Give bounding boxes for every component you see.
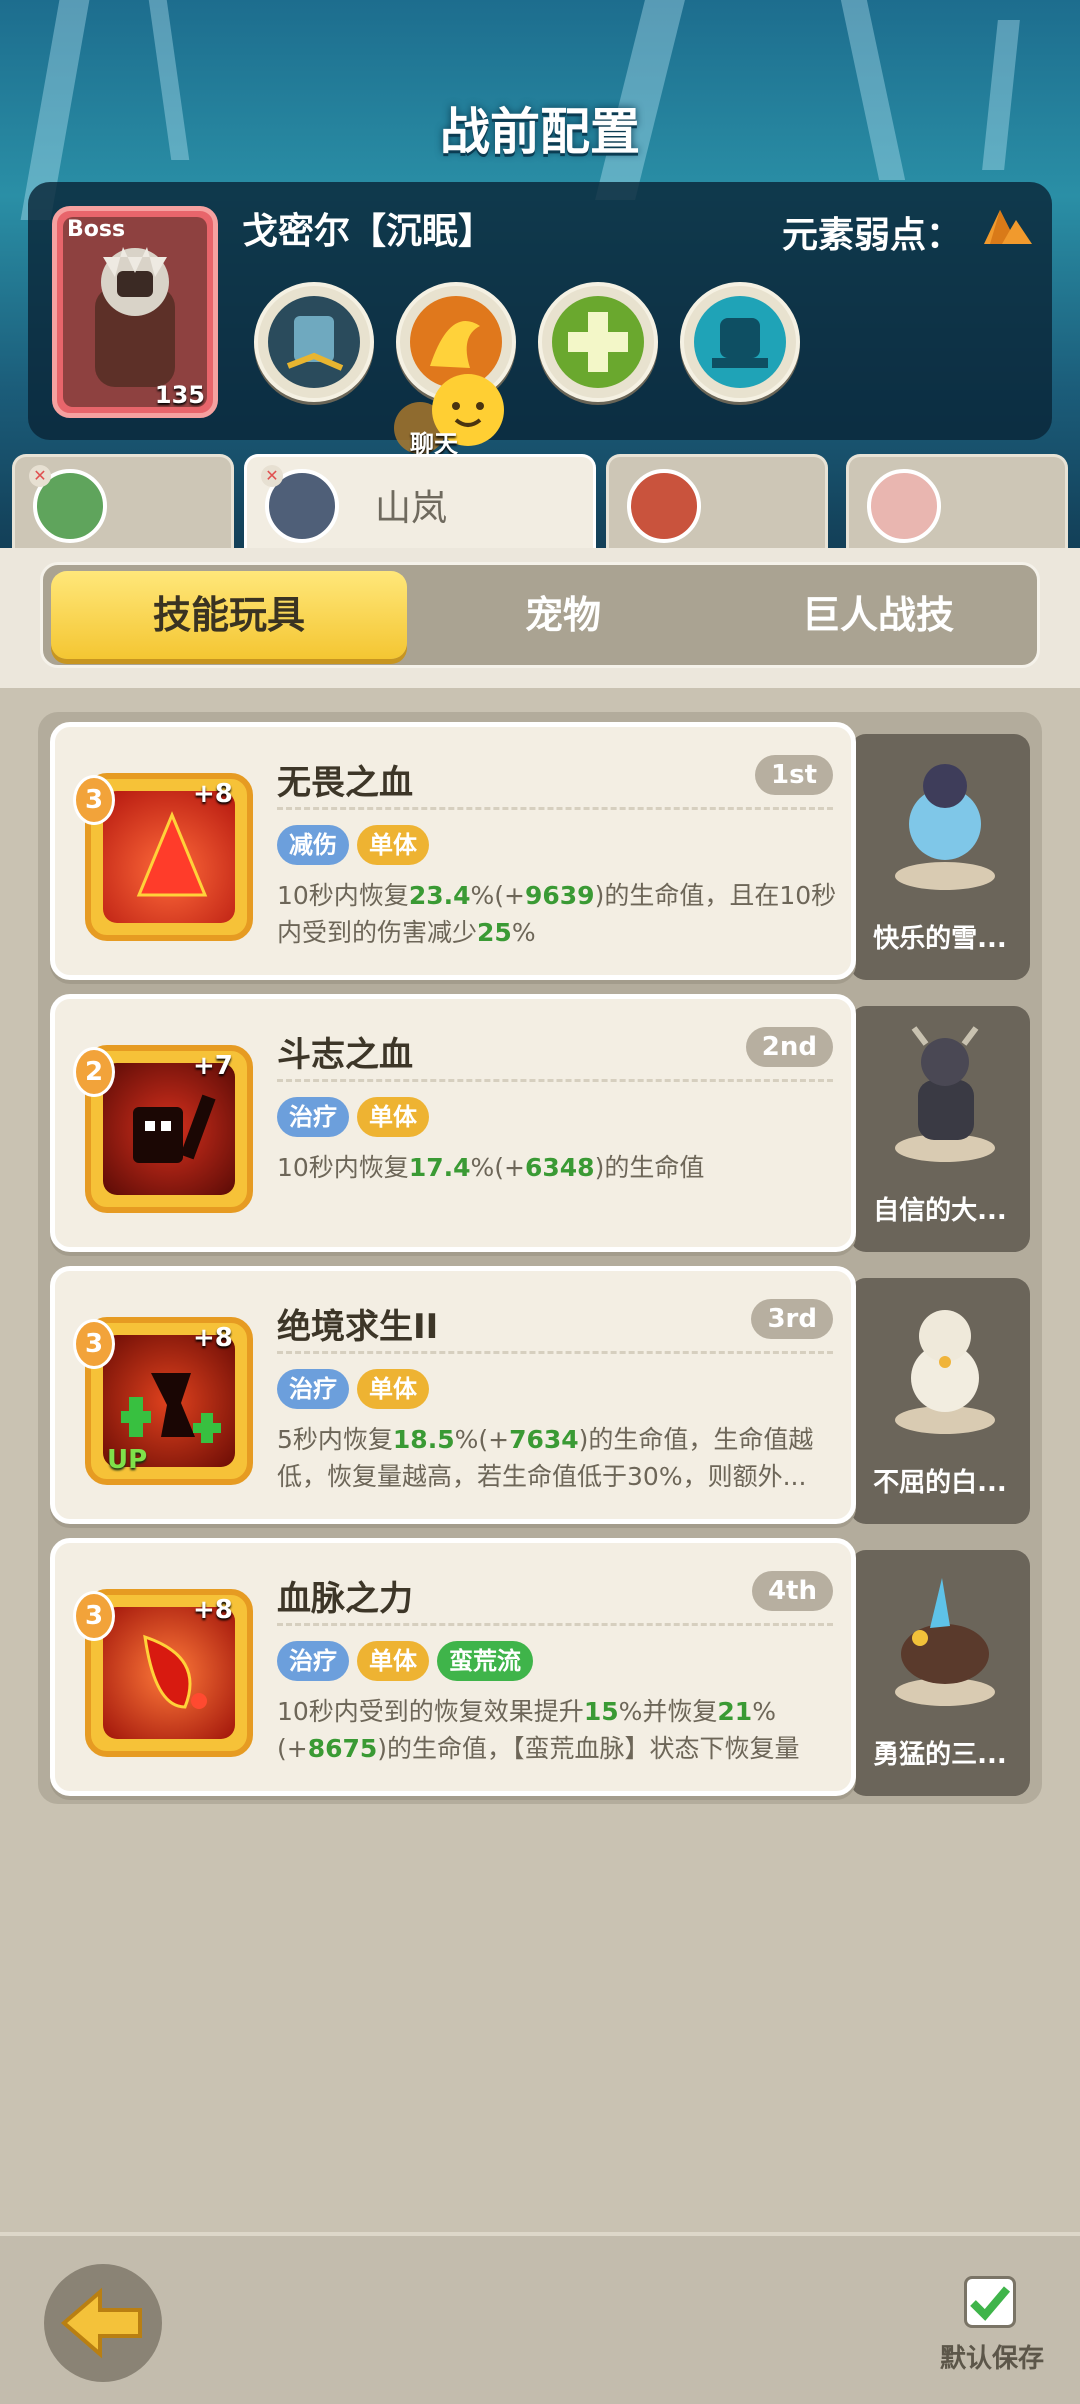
pet-name: 勇猛的三... — [873, 1740, 1007, 1770]
tab-skill-toys[interactable]: 技能玩具 — [51, 571, 407, 659]
bottom-bar — [0, 2232, 1080, 2404]
level-badge: 3 — [73, 1319, 115, 1369]
boss-skill-icon — [286, 316, 344, 371]
skill-name: 血脉之力 — [277, 1579, 413, 1619]
upgrade-count: +8 — [193, 1595, 233, 1625]
skill-row: 不屈的白... 3 +8 UP 绝境求生II 3rd 治疗 单体 5秒内恢复18… — [50, 1266, 1030, 1524]
heal-cross-icon — [568, 312, 628, 372]
skill-tags: 治疗 单体 蛮荒流 — [277, 1641, 533, 1681]
rank-badge: 3rd — [751, 1299, 833, 1339]
boss-portrait[interactable]: Boss 135 — [52, 206, 218, 418]
level-badge: 3 — [73, 775, 115, 825]
skill-name: 无畏之血 — [277, 763, 413, 803]
back-arrow-icon — [60, 2287, 142, 2359]
skill-row: 快乐的雪... 3 +8 无畏之血 1st 减伤 单体 10秒内恢复23.4%(… — [50, 722, 1030, 980]
pet-name: 自信的大... — [873, 1196, 1007, 1226]
remove-icon[interactable]: ✕ — [29, 465, 51, 487]
skill-description: 5秒内恢复18.5%(+7634)的生命值，生命值越低，恢复量越高，若生命值低于… — [277, 1425, 814, 1491]
page-title: 战前配置 — [440, 103, 640, 161]
skill-card[interactable]: 3 +8 无畏之血 1st 减伤 单体 10秒内恢复23.4%(+9639)的生… — [50, 722, 856, 980]
boss-panel: Boss 135 戈密尔【沉眠】 元素弱点： — [28, 182, 1052, 440]
tag: 减伤 — [277, 825, 349, 865]
upgrade-count: +8 — [193, 779, 233, 809]
skill-card[interactable]: 2 +7 斗志之血 2nd 治疗 单体 10秒内恢复17.4%(+6348)的生… — [50, 994, 856, 1252]
boss-tag: Boss — [67, 217, 126, 242]
survival-icon — [121, 1373, 221, 1443]
default-save-toggle[interactable]: 默认保存 — [934, 2272, 1050, 2382]
blood-power-icon — [143, 1634, 207, 1709]
skill-name: 绝境求生II — [277, 1307, 439, 1347]
character-tab-1[interactable]: ✕ — [12, 454, 234, 554]
upgrade-count: +8 — [193, 1323, 233, 1353]
category-tabs: 技能玩具 宠物 巨人战技 — [40, 562, 1040, 668]
tab-pets[interactable]: 宠物 — [413, 565, 713, 665]
character-tab-2[interactable]: ✕ 山岚 — [244, 454, 596, 554]
character-tab-4[interactable] — [846, 454, 1068, 554]
boss-skill-1[interactable] — [254, 282, 374, 402]
boss-figure-icon — [95, 247, 175, 387]
pet-slot[interactable]: 不屈的白... — [850, 1278, 1030, 1524]
tag: 蛮荒流 — [437, 1641, 533, 1681]
up-badge: UP — [107, 1445, 148, 1475]
tag: 单体 — [357, 1641, 429, 1681]
rank-badge: 1st — [755, 755, 833, 795]
character-avatar — [627, 469, 701, 543]
skill-tags: 治疗 单体 — [277, 1097, 429, 1137]
pet-name: 不屈的白... — [873, 1468, 1007, 1498]
tab-giant-skills[interactable]: 巨人战技 — [723, 565, 1033, 665]
snow-pet-icon — [895, 764, 995, 890]
pet-name: 快乐的雪... — [873, 924, 1007, 954]
rank-badge: 4th — [751, 1571, 833, 1611]
boss-level: 135 — [154, 381, 205, 409]
save-label: 默认保存 — [939, 2344, 1044, 2374]
checkbox[interactable] — [964, 2276, 1016, 2328]
back-button[interactable] — [44, 2264, 162, 2382]
remove-icon[interactable]: ✕ — [261, 465, 283, 487]
checkmark-icon — [970, 2286, 1011, 2321]
upgrade-count: +7 — [193, 1051, 233, 1081]
lamb-pet-icon — [895, 1310, 995, 1434]
boss-skill-3[interactable] — [538, 282, 658, 402]
skill-tags: 减伤 单体 — [277, 825, 429, 865]
tag: 治疗 — [277, 1369, 349, 1409]
rank-badge: 2nd — [745, 1027, 833, 1067]
skill-card[interactable]: 3 +8 血脉之力 4th 治疗 单体 蛮荒流 10秒内受到的恢复效果提升15%… — [50, 1538, 856, 1796]
skill-row: 自信的大... 2 +7 斗志之血 2nd 治疗 单体 10秒内恢复17.4%(… — [50, 994, 1030, 1252]
character-avatar — [867, 469, 941, 543]
pet-slot[interactable]: 自信的大... — [850, 1006, 1030, 1252]
totem-skill-icon — [712, 318, 768, 368]
earth-element-icon — [984, 210, 1032, 244]
skill-name: 斗志之血 — [277, 1035, 413, 1075]
skill-card[interactable]: 3 +8 UP 绝境求生II 3rd 治疗 单体 5秒内恢复18.5%(+763… — [50, 1266, 856, 1524]
skill-row: 勇猛的三... 3 +8 血脉之力 4th 治疗 单体 蛮荒流 10秒内受到的恢… — [50, 1538, 1030, 1796]
tag: 治疗 — [277, 1097, 349, 1137]
skill-tags: 治疗 单体 — [277, 1369, 429, 1409]
character-tab-3[interactable] — [606, 454, 828, 554]
pet-slot[interactable]: 快乐的雪... — [850, 734, 1030, 980]
fist-icon — [133, 1094, 216, 1163]
tag: 单体 — [357, 825, 429, 865]
rhino-pet-icon — [895, 1578, 995, 1706]
skill-description: 10秒内恢复17.4%(+6348)的生命值 — [277, 1153, 705, 1182]
level-badge: 2 — [73, 1047, 115, 1097]
weakness-label: 元素弱点： — [781, 215, 962, 256]
boss-skill-4[interactable] — [680, 282, 800, 402]
tag: 单体 — [357, 1369, 429, 1409]
blood-drop-icon — [136, 811, 208, 897]
level-badge: 3 — [73, 1591, 115, 1641]
goat-pet-icon — [895, 1026, 995, 1162]
pet-slot[interactable]: 勇猛的三... — [850, 1550, 1030, 1796]
character-name: 山岚 — [375, 488, 448, 529]
tag: 治疗 — [277, 1641, 349, 1681]
tag: 单体 — [357, 1097, 429, 1137]
skill-description: 10秒内恢复23.4%(+9639)的生命值，且在10秒内受到的伤害减少25% — [277, 881, 837, 947]
skill-description: 10秒内受到的恢复效果提升15%并恢复21%(+8675)的生命值，【蛮荒血脉】… — [277, 1697, 800, 1763]
boss-name: 戈密尔【沉眠】 — [242, 211, 495, 252]
